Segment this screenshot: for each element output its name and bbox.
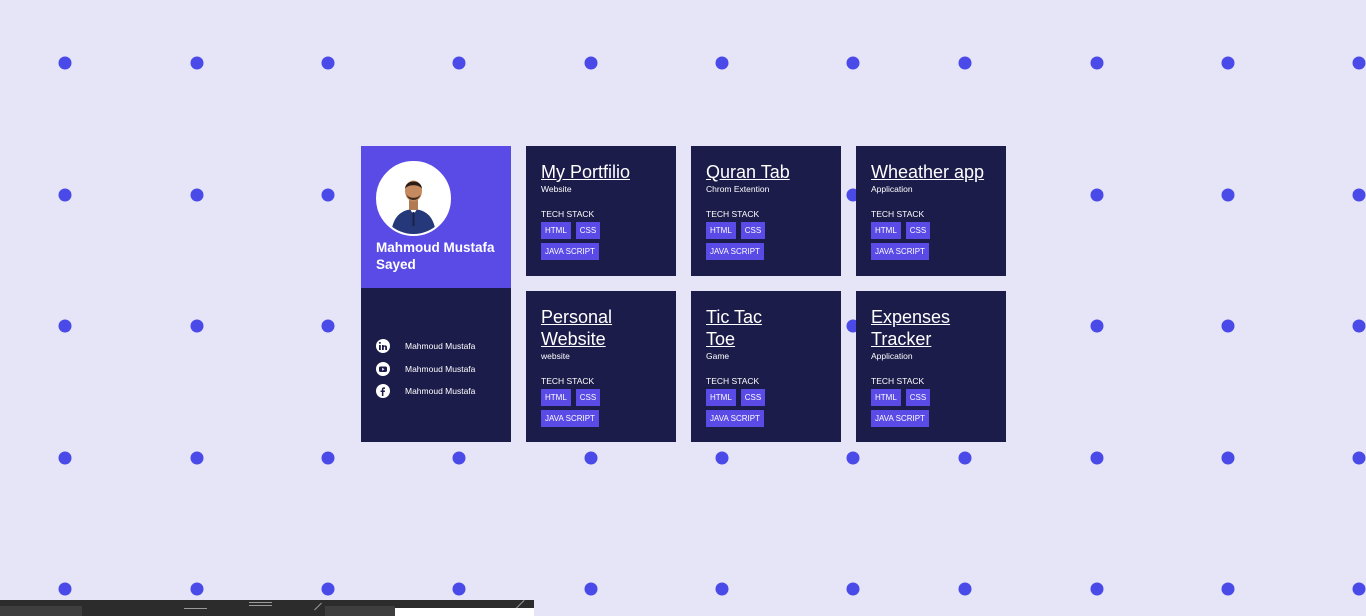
project-title-link[interactable]: Quran Tab <box>706 161 826 183</box>
project-type: Application <box>871 351 913 361</box>
project-type: Website <box>541 184 572 194</box>
project-card: Wheather app Application TECH STACK HTML… <box>856 146 1006 276</box>
profile-header: Mahmoud Mustafa Sayed <box>361 146 511 288</box>
social-link-youtube[interactable]: Mahmoud Mustafa <box>376 358 506 381</box>
portfolio-grid: Mahmoud Mustafa Sayed Mahmoud Mustafa Ma… <box>0 0 1366 616</box>
linkedin-icon <box>376 339 390 354</box>
tech-stack-label: TECH STACK <box>541 209 595 219</box>
tech-tags: HTML CSS JAVA SCRIPT <box>541 222 666 264</box>
tech-tags: HTML CSS JAVA SCRIPT <box>706 389 831 431</box>
tech-tag: JAVA SCRIPT <box>871 243 929 260</box>
project-card: Tic Tac Toe Game TECH STACK HTML CSS JAV… <box>691 291 841 442</box>
tech-tag: JAVA SCRIPT <box>871 410 929 427</box>
tech-tags: HTML CSS JAVA SCRIPT <box>871 389 996 431</box>
social-label: Mahmoud Mustafa <box>405 363 476 374</box>
tech-stack-label: TECH STACK <box>706 376 760 386</box>
project-type: Chrom Extention <box>706 184 770 194</box>
tech-tag: HTML <box>541 389 571 406</box>
taskbar-divider <box>184 608 207 609</box>
taskbar-divider <box>249 605 272 606</box>
tech-tag: CSS <box>575 222 601 239</box>
tech-tag: CSS <box>740 222 766 239</box>
tech-tag: CSS <box>905 389 931 406</box>
youtube-icon <box>376 361 390 376</box>
social-link-linkedin[interactable]: Mahmoud Mustafa <box>376 335 506 358</box>
project-card: Personal Website website TECH STACK HTML… <box>526 291 676 442</box>
tech-tag: HTML <box>871 222 901 239</box>
taskbar-panel <box>395 608 534 616</box>
tech-tag: JAVA SCRIPT <box>541 243 599 260</box>
tech-stack-label: TECH STACK <box>871 209 925 219</box>
social-label: Mahmoud Mustafa <box>405 386 476 397</box>
tech-tags: HTML CSS JAVA SCRIPT <box>871 222 996 264</box>
facebook-icon <box>376 384 390 399</box>
project-type: Game <box>706 351 730 361</box>
tech-tag: JAVA SCRIPT <box>706 243 764 260</box>
tech-tag: HTML <box>706 389 736 406</box>
project-title-link[interactable]: My Portfilio <box>541 161 661 183</box>
profile-name: Mahmoud Mustafa Sayed <box>376 240 495 272</box>
tech-tag: CSS <box>905 222 931 239</box>
project-title-link[interactable]: Personal Website <box>541 306 621 350</box>
project-card: My Portfilio Website TECH STACK HTML CSS… <box>526 146 676 276</box>
project-title-link[interactable]: Expenses Tracker <box>871 306 953 350</box>
taskbar-divider <box>249 602 272 603</box>
project-type: Application <box>871 184 913 194</box>
tech-tag: HTML <box>871 389 901 406</box>
tech-tag: CSS <box>740 389 766 406</box>
taskbar-segment <box>0 606 82 616</box>
project-type: website <box>541 351 570 361</box>
user-photo-icon <box>378 163 449 234</box>
resize-grip-icon[interactable] <box>314 602 322 611</box>
tech-tag: HTML <box>541 222 571 239</box>
social-links: Mahmoud Mustafa Mahmoud Mustafa Mahmoud … <box>376 335 506 403</box>
taskbar-segment <box>325 606 395 616</box>
profile-card: Mahmoud Mustafa Sayed Mahmoud Mustafa Ma… <box>361 146 511 442</box>
tech-stack-label: TECH STACK <box>706 209 760 219</box>
avatar <box>376 161 451 236</box>
project-title-link[interactable]: Wheather app <box>871 161 991 183</box>
social-link-facebook[interactable]: Mahmoud Mustafa <box>376 380 506 403</box>
social-label: Mahmoud Mustafa <box>405 341 476 352</box>
project-card: Expenses Tracker Application TECH STACK … <box>856 291 1006 442</box>
tech-stack-label: TECH STACK <box>871 376 925 386</box>
tech-tag: HTML <box>706 222 736 239</box>
tech-tag: CSS <box>575 389 601 406</box>
project-card: Quran Tab Chrom Extention TECH STACK HTM… <box>691 146 841 276</box>
tech-tags: HTML CSS JAVA SCRIPT <box>706 222 831 264</box>
project-title-link[interactable]: Tic Tac Toe <box>706 306 770 350</box>
tech-tags: HTML CSS JAVA SCRIPT <box>541 389 666 431</box>
tech-tag: JAVA SCRIPT <box>541 410 599 427</box>
tech-tag: JAVA SCRIPT <box>706 410 764 427</box>
tech-stack-label: TECH STACK <box>541 376 595 386</box>
